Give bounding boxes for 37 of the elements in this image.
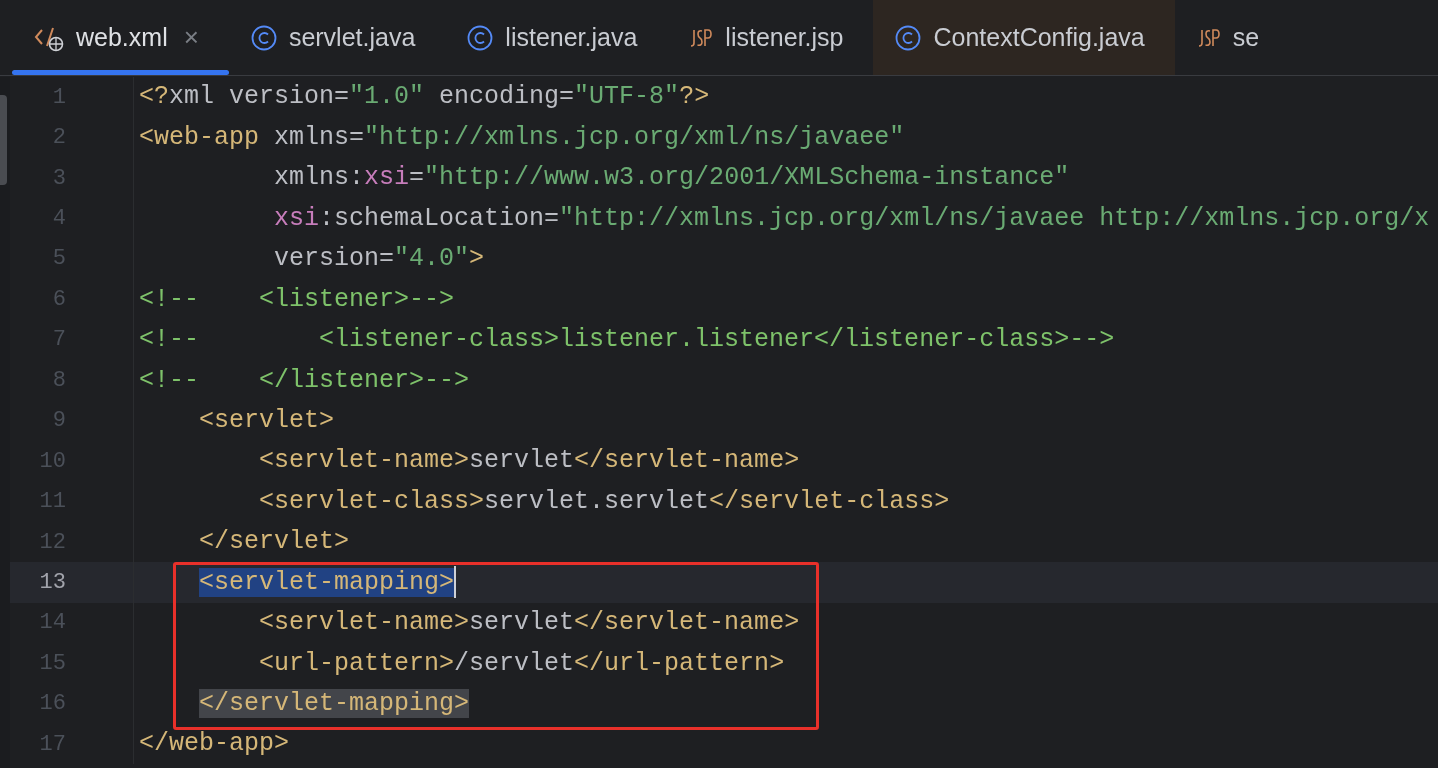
code-text: </servlet> (198, 526, 350, 559)
scrollbar-thumb[interactable] (0, 95, 7, 185)
editor-tab[interactable]: listener.java (445, 0, 668, 75)
class-icon (250, 24, 277, 51)
tab-label: listener.java (505, 21, 638, 53)
code-text: </servlet-mapping> (198, 688, 470, 721)
code-text: <servlet> (198, 404, 335, 437)
code-text: <web-app xmlns="http://xmlns.jcp.org/xml/ns/javaee" (138, 121, 905, 154)
jsp-file-icon (689, 26, 714, 49)
tab-label: web.xml (76, 21, 168, 53)
line-number: 13 (38, 568, 66, 597)
code-text: <!-- <listener-class>listener.listener</listener-class>--> (138, 324, 1115, 357)
code-text: <servlet-class>servlet.servlet</servlet-class> (258, 485, 950, 518)
code-text: xsi:schemaLocation="http://xmlns.jcp.org/xml/ns/javaee http://xmlns.jcp.org/x (273, 202, 1430, 235)
code-text: <servlet-name>servlet</servlet-name> (258, 445, 800, 478)
code-text: <servlet-name>servlet</servlet-name> (258, 607, 800, 640)
editor-tab[interactable]: listener.jsp (667, 0, 874, 75)
editor-tab[interactable]: web.xml × (12, 0, 229, 75)
editor-tab[interactable]: ContextConfig.java (873, 0, 1175, 75)
code-text: <url-pattern>/servlet</url-pattern> (258, 647, 785, 680)
code-text: <!-- <listener>--> (138, 283, 455, 316)
editor-tab[interactable]: servlet.java (228, 0, 446, 75)
code-text: </web-app> (138, 728, 290, 761)
tab-label: ContextConfig.java (933, 21, 1145, 53)
code-text: <!-- </listener>--> (138, 364, 470, 397)
code-text: xmlns:xsi="http://www.w3.org/2001/XMLSchema-instance" (273, 162, 1070, 195)
tab-label: se (1232, 21, 1260, 53)
text-cursor (454, 566, 457, 599)
editor-tab[interactable]: se (1174, 0, 1290, 75)
code-text: version="4.0"> (273, 243, 485, 276)
code-text: <?xml version="1.0" encoding="UTF-8"?> (138, 81, 710, 114)
jsp-file-icon (1196, 26, 1221, 49)
class-icon (467, 24, 494, 51)
tab-label: listener.jsp (725, 21, 844, 53)
close-icon[interactable]: × (183, 18, 199, 57)
tab-label: servlet.java (288, 21, 416, 53)
class-icon (895, 24, 922, 51)
